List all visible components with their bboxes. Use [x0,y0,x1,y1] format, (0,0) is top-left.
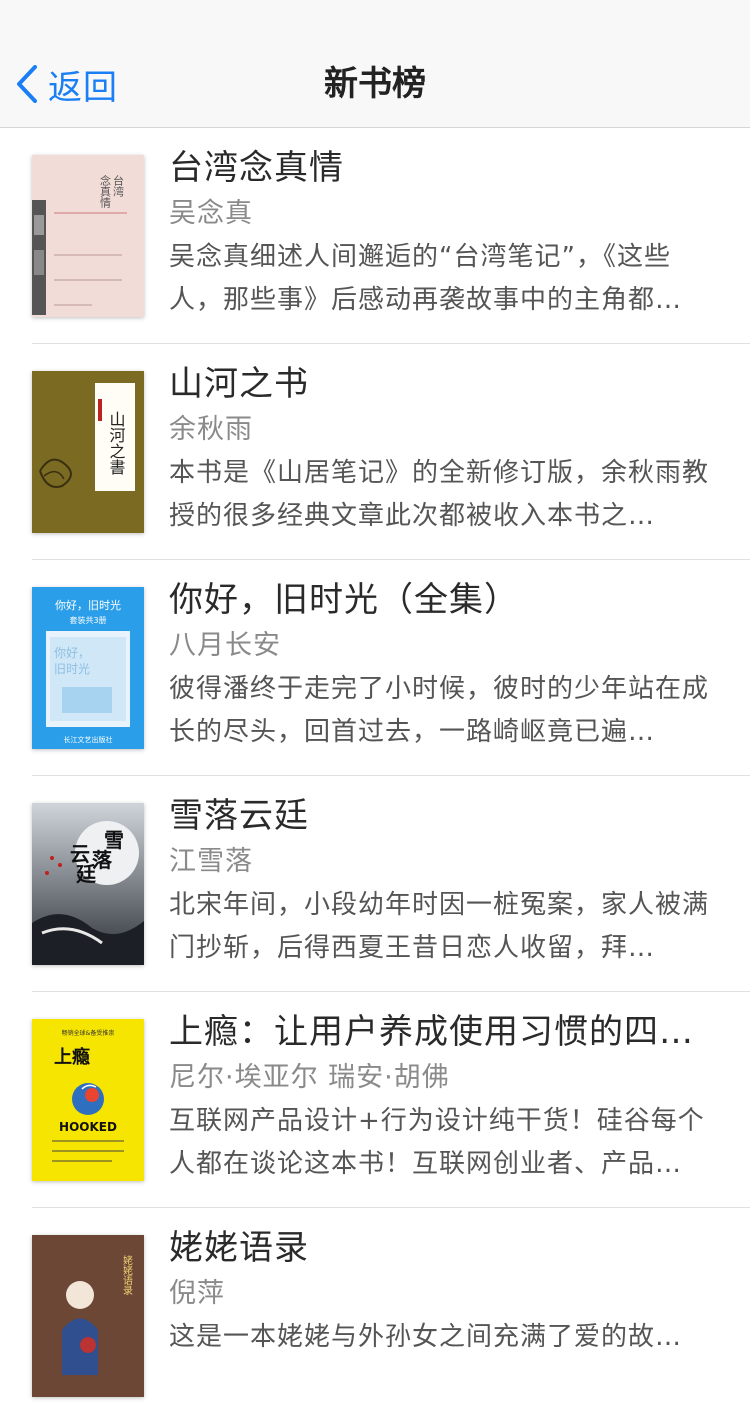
book-author: 倪萍 [169,1278,225,1309]
svg-text:廷: 廷 [75,862,97,886]
svg-text:长江文艺出版社: 长江文艺出版社 [64,735,113,744]
book-item[interactable]: 姥姥语录 姥姥语录 倪萍 这是一本姥姥与外孙女之间充满了爱的故… [32,1208,750,1423]
book-cover: 台湾 念真情 [32,155,144,317]
book-cover: 山河之書 [32,371,144,533]
book-description: 这是一本姥姥与外孙女之间充满了爱的故… [169,1322,683,1352]
svg-text:台湾: 台湾 [112,174,125,198]
svg-text:你好，旧时光: 你好，旧时光 [55,598,121,612]
book-item[interactable]: 你好，旧时光 套装共3册 你好， 旧时光 长江文艺出版社 你好，旧时光（全集） … [32,560,750,776]
svg-text:畅销全球&备受推崇: 畅销全球&备受推崇 [62,1029,115,1037]
book-cover: 你好，旧时光 套装共3册 你好， 旧时光 长江文艺出版社 [32,587,144,749]
book-item[interactable]: 山河之書 山河之书 余秋雨 本书是《山居笔记》的全新修订版，余秋雨教授的很多经典… [32,344,750,560]
svg-text:旧时光: 旧时光 [54,662,90,676]
svg-text:山河之書: 山河之書 [107,411,126,475]
svg-text:套装共3册: 套装共3册 [69,615,106,625]
book-item[interactable]: 台湾 念真情 台湾念真情 吴念真 吴念真细述人间邂逅的“台湾笔记”，《这些人，那… [32,128,750,344]
book-title: 你好，旧时光（全集） [169,580,519,620]
svg-text:姥姥语录: 姥姥语录 [121,1254,133,1295]
book-description: 互联网产品设计+行为设计纯干货！硅谷每个人都在谈论这本书！互联网创业者、产品… [169,1106,705,1179]
svg-text:上瘾: 上瘾 [54,1046,90,1068]
page-title: 新书榜 [324,64,426,104]
book-author: 吴念真 [169,198,253,229]
svg-text:HOOKED: HOOKED [59,1120,117,1134]
book-list: 台湾 念真情 台湾念真情 吴念真 吴念真细述人间邂逅的“台湾笔记”，《这些人，那… [0,128,750,1423]
book-author: 江雪落 [169,846,253,877]
svg-text:你好，: 你好， [54,646,90,660]
book-title: 台湾念真情 [169,148,344,188]
book-cover: 雪 落 云 廷 [32,803,144,965]
book-title: 山河之书 [169,364,309,404]
book-cover: 畅销全球&备受推崇 上瘾 HOOKED [32,1019,144,1181]
book-title: 上瘾：让用户养成使用习惯的四大… [169,1012,719,1052]
book-item[interactable]: 畅销全球&备受推崇 上瘾 HOOKED 上瘾：让用户养成使用习惯的四大… 尼尔·… [32,992,750,1208]
book-description: 彼得潘终于走完了小时候，彼时的少年站在成长的尽头，回首过去，一路崎岖竟已遍… [169,674,710,747]
book-cover: 姥姥语录 [32,1235,144,1397]
book-description: 北宋年间，小段幼年时因一桩冤案，家人被满门抄斩，后得西夏王昔日恋人收留，拜… [169,890,710,963]
book-item[interactable]: 雪 落 云 廷 雪落云廷 江雪落 北宋年间，小段幼年时因一桩冤案，家人被满门抄斩… [32,776,750,992]
book-author: 八月长安 [169,630,281,661]
navigation-bar: 返回 新书榜 [0,0,750,128]
book-author: 余秋雨 [169,414,253,445]
book-description: 本书是《山居笔记》的全新修订版，余秋雨教授的很多经典文章此次都被收入本书之… [169,458,710,531]
book-title: 姥姥语录 [169,1228,309,1268]
book-title: 雪落云廷 [169,796,309,836]
svg-text:念真情: 念真情 [99,174,112,209]
book-author: 尼尔·埃亚尔 瑞安·胡佛 [169,1062,450,1093]
book-description: 吴念真细述人间邂逅的“台湾笔记”，《这些人，那些事》后感动再袭故事中的主角都… [169,242,683,315]
